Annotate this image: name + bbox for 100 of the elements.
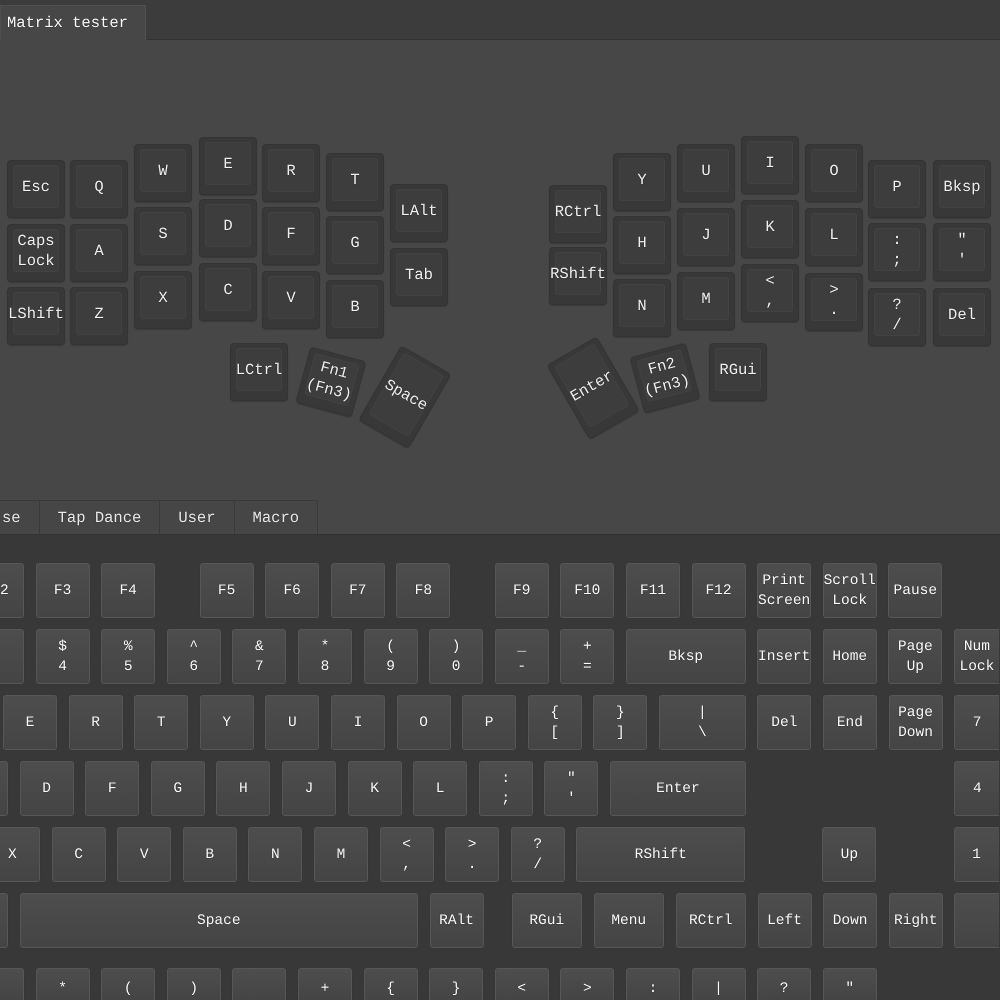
keycode-key[interactable]: RAlt — [430, 893, 484, 948]
keycode-key[interactable]: ^ 6 — [166, 629, 221, 684]
keycode-key[interactable]: B — [182, 827, 237, 882]
tab[interactable]: Matrix tester — [0, 5, 146, 40]
keycode-key[interactable]: F — [85, 761, 140, 816]
keycode-key[interactable]: Pause — [888, 563, 942, 618]
keycode-key[interactable]: % 5 — [101, 629, 156, 684]
keycode-key[interactable]: ? — [757, 968, 812, 1000]
keycode-key[interactable]: D — [20, 761, 74, 816]
keycode-key[interactable]: ( 9 — [364, 629, 418, 684]
keycode-key[interactable]: " — [822, 968, 877, 1000]
keycode-key[interactable]: C — [52, 827, 106, 882]
keycode-key[interactable] — [0, 893, 8, 948]
keycap: Fn2 (Fn3) — [629, 342, 701, 414]
keycode-key[interactable]: : ; — [478, 761, 533, 816]
keycode-key[interactable]: K — [348, 761, 402, 816]
keycode-key[interactable] — [954, 893, 1000, 948]
keycode-key[interactable]: J — [282, 761, 336, 816]
keycode-key[interactable]: Scroll Lock — [822, 563, 877, 618]
keycode-key[interactable]: X — [0, 827, 40, 882]
keycode-key[interactable]: ) 0 — [429, 629, 484, 684]
keycode-key[interactable]: : — [626, 968, 680, 1000]
keycode-key[interactable] — [0, 629, 24, 684]
keycap: J — [677, 208, 735, 266]
keycode-key[interactable]: 7 — [954, 695, 1000, 750]
keycode-key[interactable]: 4 — [954, 761, 1000, 816]
keycode-key[interactable]: F8 — [396, 563, 450, 618]
keycode-key[interactable]: ( — [101, 968, 156, 1000]
keycode-key[interactable]: Home — [822, 629, 877, 684]
keycode-key[interactable]: " ' — [544, 761, 598, 816]
keycode-key[interactable]: G — [150, 761, 205, 816]
keycode-key[interactable]: Print Screen — [757, 563, 812, 618]
keycode-key[interactable]: F3 — [36, 563, 90, 618]
keycap: P — [868, 160, 926, 218]
keycode-key[interactable]: * — [36, 968, 90, 1000]
keycode-key[interactable]: Left — [758, 893, 812, 948]
keycode-key[interactable]: $ 4 — [36, 629, 90, 684]
keycode-key[interactable]: Enter — [610, 761, 746, 816]
keycode-key[interactable]: RShift — [576, 827, 746, 882]
keycode-key[interactable] — [0, 761, 8, 816]
keycode-key[interactable]: & 7 — [232, 629, 286, 684]
keycode-key[interactable]: } — [429, 968, 484, 1000]
keycode-key[interactable]: < , — [380, 827, 434, 882]
keycode-key[interactable]: + = — [560, 629, 614, 684]
keycode-key[interactable]: T — [134, 695, 188, 750]
keycode-key[interactable]: { — [364, 968, 418, 1000]
tab[interactable]: Macro — [234, 500, 318, 534]
keycode-key[interactable]: Y — [200, 695, 254, 750]
keycode-key[interactable]: H — [216, 761, 270, 816]
keycode-key[interactable]: Up — [822, 827, 876, 882]
keycode-key[interactable]: Bksp — [626, 629, 746, 684]
keycode-key[interactable]: } ] — [593, 695, 648, 750]
keycode-key[interactable]: Space — [20, 893, 418, 948]
keycode-key[interactable]: V — [117, 827, 172, 882]
keycode-key[interactable]: 2 — [0, 563, 24, 618]
keycode-key[interactable]: | — [692, 968, 746, 1000]
keycode-key[interactable]: F9 — [494, 563, 549, 618]
keycode-key[interactable]: F4 — [101, 563, 156, 618]
keycode-key[interactable]: R — [68, 695, 123, 750]
keycode-key[interactable]: Insert — [757, 629, 812, 684]
keycode-key[interactable]: Page Up — [888, 629, 942, 684]
keycode-key[interactable]: > — [560, 968, 614, 1000]
keycode-key[interactable]: F12 — [692, 563, 746, 618]
keycode-key[interactable]: I — [330, 695, 385, 750]
keycode-key[interactable]: P — [462, 695, 516, 750]
keycode-key[interactable]: { [ — [528, 695, 582, 750]
tab[interactable]: Tap Dance — [40, 500, 160, 534]
keycode-key[interactable]: Menu — [594, 893, 664, 948]
keycode-key[interactable] — [0, 968, 24, 1000]
tab[interactable]: User — [160, 500, 235, 534]
keycode-key[interactable]: ) — [166, 968, 221, 1000]
keycode-key[interactable]: F7 — [330, 563, 385, 618]
keycode-key[interactable]: F10 — [560, 563, 614, 618]
keycode-key[interactable]: RCtrl — [676, 893, 746, 948]
keycode-key[interactable]: N — [248, 827, 302, 882]
keycode-key[interactable]: F5 — [200, 563, 254, 618]
keycode-key[interactable]: _ - — [494, 629, 549, 684]
keycode-key[interactable]: O — [396, 695, 451, 750]
tab[interactable]: se — [0, 500, 40, 534]
keycode-key[interactable]: * 8 — [298, 629, 352, 684]
keycode-key[interactable]: U — [265, 695, 320, 750]
keycode-key[interactable]: M — [314, 827, 368, 882]
keycode-key[interactable]: ? / — [510, 827, 565, 882]
keycode-key[interactable]: Num Lock — [954, 629, 999, 684]
keycode-key[interactable]: 1 — [954, 827, 999, 882]
keycode-key[interactable]: Page Down — [888, 695, 943, 750]
keycode-key[interactable]: RGui — [512, 893, 582, 948]
keycode-key[interactable]: Del — [757, 695, 812, 750]
keycode-key[interactable]: | \ — [658, 695, 746, 750]
keycode-key[interactable]: + — [298, 968, 352, 1000]
keycode-key[interactable]: < — [494, 968, 549, 1000]
keycode-key[interactable] — [232, 968, 286, 1000]
keycode-key[interactable]: Right — [888, 893, 943, 948]
keycode-key[interactable]: Down — [823, 893, 878, 948]
keycode-key[interactable]: > . — [445, 827, 500, 882]
keycode-key[interactable]: End — [822, 695, 877, 750]
keycode-key[interactable]: F6 — [265, 563, 320, 618]
keycode-key[interactable]: L — [413, 761, 468, 816]
keycode-key[interactable]: E — [3, 695, 57, 750]
keycode-key[interactable]: F11 — [626, 563, 680, 618]
